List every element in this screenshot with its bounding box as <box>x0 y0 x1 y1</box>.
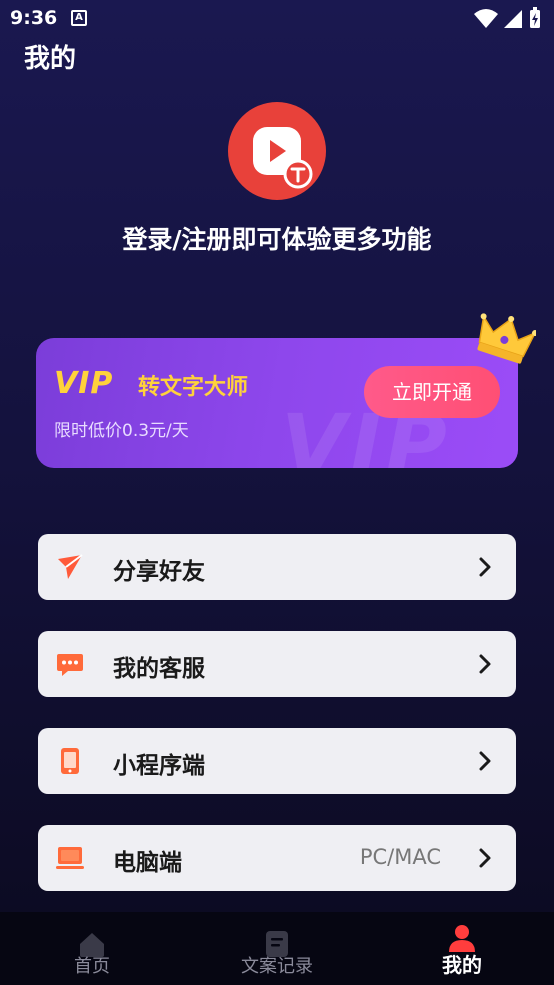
menu-item-desktop[interactable]: 电脑端 PC/MAC <box>38 825 516 891</box>
crown-icon <box>477 313 536 364</box>
chat-icon <box>57 654 83 676</box>
status-bar: 9:36 A <box>0 0 554 38</box>
tab-label: 首页 <box>74 956 110 977</box>
tab-records[interactable]: 文案记录 <box>185 912 369 985</box>
bottom-tab-bar: 首页 文案记录 我的 <box>0 912 554 985</box>
vip-card[interactable]: VIP VIP 转文字大师 限时低价0.3元/天 立即开通 <box>36 338 518 468</box>
phone-icon <box>61 748 79 774</box>
chevron-right-icon <box>479 557 491 577</box>
tab-home[interactable]: 首页 <box>0 912 184 985</box>
vip-logo: VIP <box>54 366 114 401</box>
platform-hint: PC/MAC <box>359 845 441 869</box>
chevron-right-icon <box>479 751 491 771</box>
wifi-icon <box>474 9 498 28</box>
menu-item-label: 分享好友 <box>113 559 205 585</box>
tab-mine[interactable]: 我的 <box>370 912 554 985</box>
chevron-right-icon <box>479 654 491 674</box>
page-title: 我的 <box>24 44 77 74</box>
laptop-icon <box>56 847 84 869</box>
menu-item-customer-service[interactable]: 我的客服 <box>38 631 516 697</box>
menu-item-share[interactable]: 分享好友 <box>38 534 516 600</box>
vip-subtitle: 限时低价0.3元/天 <box>54 421 189 441</box>
menu-item-label: 我的客服 <box>113 656 205 682</box>
login-prompt[interactable]: 登录/注册即可体验更多功能 <box>0 220 554 256</box>
user-icon <box>449 925 475 952</box>
vip-title: 转文字大师 <box>138 375 249 400</box>
menu-item-mini-program[interactable]: 小程序端 <box>38 728 516 794</box>
status-time: 9:36 <box>10 7 58 29</box>
notification-a-icon: A <box>71 10 87 26</box>
chevron-right-icon <box>479 848 491 868</box>
share-icon <box>58 554 83 579</box>
menu-item-label: 小程序端 <box>113 753 205 779</box>
video-play-icon <box>253 127 313 189</box>
menu-item-label: 电脑端 <box>113 850 182 876</box>
system-status-icons <box>474 7 540 28</box>
tab-label: 文案记录 <box>241 956 313 977</box>
vip-activate-button[interactable]: 立即开通 <box>364 366 500 418</box>
signal-icon <box>504 10 522 28</box>
tab-label: 我的 <box>442 953 482 977</box>
app-logo[interactable] <box>228 102 326 200</box>
